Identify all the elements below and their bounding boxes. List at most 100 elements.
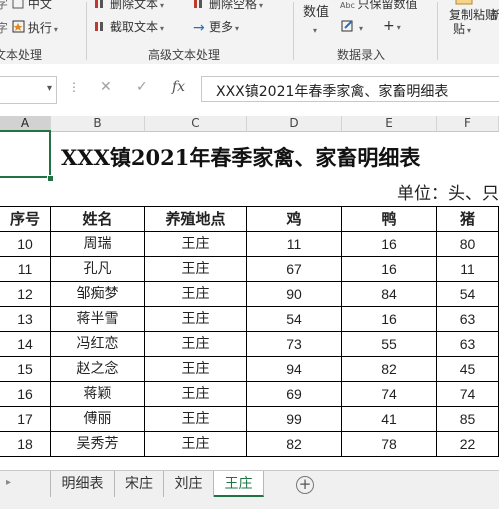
- cancel-icon[interactable]: ✕: [100, 79, 112, 95]
- table-cell[interactable]: 王庄: [145, 332, 247, 357]
- table-cell[interactable]: 14: [0, 332, 51, 357]
- new-button[interactable]: 新: [490, 8, 499, 22]
- sheet-tab[interactable]: 明细表: [50, 471, 115, 497]
- table-cell[interactable]: 王庄: [145, 307, 247, 332]
- table-cell[interactable]: 78: [342, 432, 437, 457]
- table-cell[interactable]: 63: [437, 332, 499, 357]
- column-header-c[interactable]: C: [145, 116, 247, 132]
- numeric-button[interactable]: 数值: [303, 6, 329, 20]
- chevron-down-icon: ▾: [160, 24, 165, 33]
- name-box[interactable]: ▾: [0, 76, 57, 104]
- confirm-icon[interactable]: ✓: [136, 79, 148, 95]
- table-row: 13 蒋半雪 王庄 54 16 63: [0, 307, 499, 332]
- table-cell[interactable]: 16: [342, 232, 437, 257]
- table-cell[interactable]: 孔凡: [51, 257, 145, 282]
- table-cell[interactable]: 69: [247, 382, 342, 407]
- ribbon-divider: [437, 2, 438, 60]
- table-cell[interactable]: 74: [437, 382, 499, 407]
- column-header-d[interactable]: D: [247, 116, 342, 132]
- header-cell[interactable]: 姓名: [51, 207, 145, 232]
- table-cell[interactable]: 80: [437, 232, 499, 257]
- table-cell[interactable]: 王庄: [145, 382, 247, 407]
- extract-text-button[interactable]: 截取文本 ▾: [94, 20, 164, 36]
- table-cell[interactable]: 82: [342, 357, 437, 382]
- chevron-down-icon[interactable]: ▾: [47, 83, 52, 94]
- table-cell[interactable]: 15: [0, 357, 51, 382]
- insert-function-icon[interactable]: fx: [172, 79, 185, 95]
- add-icon[interactable]: + ▾: [383, 19, 401, 35]
- insert-button[interactable]: ▾: [341, 20, 363, 36]
- table-cell[interactable]: 蒋半雪: [51, 307, 145, 332]
- table-cell[interactable]: 冯红恋: [51, 332, 145, 357]
- table-cell[interactable]: 22: [437, 432, 499, 457]
- execute-icon: [12, 20, 26, 33]
- table-cell[interactable]: 11: [247, 232, 342, 257]
- table-cell[interactable]: 11: [0, 257, 51, 282]
- table-cell[interactable]: 王庄: [145, 357, 247, 382]
- table-cell[interactable]: 赵之念: [51, 357, 145, 382]
- table-cell[interactable]: 73: [247, 332, 342, 357]
- table-cell[interactable]: 90: [247, 282, 342, 307]
- ribbon-btn-execute[interactable]: 字 执行▾: [0, 20, 58, 37]
- delete-spaces-button[interactable]: 删除空格 ▾: [193, 0, 263, 13]
- table-cell[interactable]: 傅丽: [51, 407, 145, 432]
- table-cell[interactable]: 12: [0, 282, 51, 307]
- sheet-tab[interactable]: 王庄: [214, 471, 264, 497]
- table-cell[interactable]: 17: [0, 407, 51, 432]
- more-options-icon[interactable]: ⋮: [68, 80, 80, 94]
- keep-numeric-button[interactable]: Abc 只保留数值: [340, 0, 418, 13]
- table-cell[interactable]: 45: [437, 357, 499, 382]
- table-cell[interactable]: 蒋颖: [51, 382, 145, 407]
- unit-label[interactable]: 单位：头、只: [345, 179, 499, 205]
- table-cell[interactable]: 63: [437, 307, 499, 332]
- table-cell[interactable]: 84: [342, 282, 437, 307]
- table-cell[interactable]: 54: [247, 307, 342, 332]
- header-cell[interactable]: 鸡: [247, 207, 342, 232]
- ribbon-btn-chinese[interactable]: 字 中文: [0, 0, 52, 11]
- table-cell[interactable]: 54: [437, 282, 499, 307]
- table-cell[interactable]: 吴秀芳: [51, 432, 145, 457]
- add-sheet-icon[interactable]: +: [296, 476, 314, 494]
- more-button[interactable]: → 更多 ▾: [193, 20, 239, 36]
- table-cell[interactable]: 16: [0, 382, 51, 407]
- table-cell[interactable]: 55: [342, 332, 437, 357]
- column-header-b[interactable]: B: [51, 116, 145, 132]
- table-cell[interactable]: 85: [437, 407, 499, 432]
- sheet-title[interactable]: XXX镇2021年春季家禽、家畜明细表: [51, 132, 499, 178]
- table-cell[interactable]: 周瑞: [51, 232, 145, 257]
- table-cell[interactable]: 16: [342, 257, 437, 282]
- sheet-tab[interactable]: 刘庄: [164, 471, 214, 497]
- table-cell[interactable]: 16: [342, 307, 437, 332]
- table-cell[interactable]: 94: [247, 357, 342, 382]
- table-cell[interactable]: 10: [0, 232, 51, 257]
- delete-text-button[interactable]: 删除文本 ▾: [94, 0, 164, 13]
- table-cell[interactable]: 11: [437, 257, 499, 282]
- table-cell[interactable]: 王庄: [145, 232, 247, 257]
- table-cell[interactable]: 82: [247, 432, 342, 457]
- sheet-tab[interactable]: 宋庄: [115, 471, 164, 497]
- selected-cell[interactable]: [0, 130, 51, 178]
- table-cell[interactable]: 74: [342, 382, 437, 407]
- table-cell[interactable]: 18: [0, 432, 51, 457]
- table-cell[interactable]: 67: [247, 257, 342, 282]
- table-row: 18 吴秀芳 王庄 82 78 22: [0, 432, 499, 457]
- tab-scroll-icon[interactable]: ▸: [6, 477, 11, 488]
- header-cell[interactable]: 序号: [0, 207, 51, 232]
- table-cell[interactable]: 王庄: [145, 407, 247, 432]
- header-cell[interactable]: 鸭: [342, 207, 437, 232]
- paste-label[interactable]: 贴 ▾: [453, 22, 471, 38]
- table-cell[interactable]: 王庄: [145, 257, 247, 282]
- column-header-f[interactable]: F: [437, 116, 499, 132]
- table-cell[interactable]: 13: [0, 307, 51, 332]
- column-header-e[interactable]: E: [342, 116, 437, 132]
- table-cell[interactable]: 41: [342, 407, 437, 432]
- table-header-row: 序号 姓名 养殖地点鸡鸭猪: [0, 207, 499, 232]
- header-cell[interactable]: 养殖地点: [145, 207, 247, 232]
- formula-input[interactable]: XXX镇2021年春季家禽、家畜明细表: [201, 76, 499, 102]
- table-cell[interactable]: 邹痴梦: [51, 282, 145, 307]
- table-cell[interactable]: 99: [247, 407, 342, 432]
- table-cell[interactable]: 王庄: [145, 432, 247, 457]
- table-row: 17 傅丽 王庄 99 41 85: [0, 407, 499, 432]
- header-cell[interactable]: 猪: [437, 207, 499, 232]
- table-cell[interactable]: 王庄: [145, 282, 247, 307]
